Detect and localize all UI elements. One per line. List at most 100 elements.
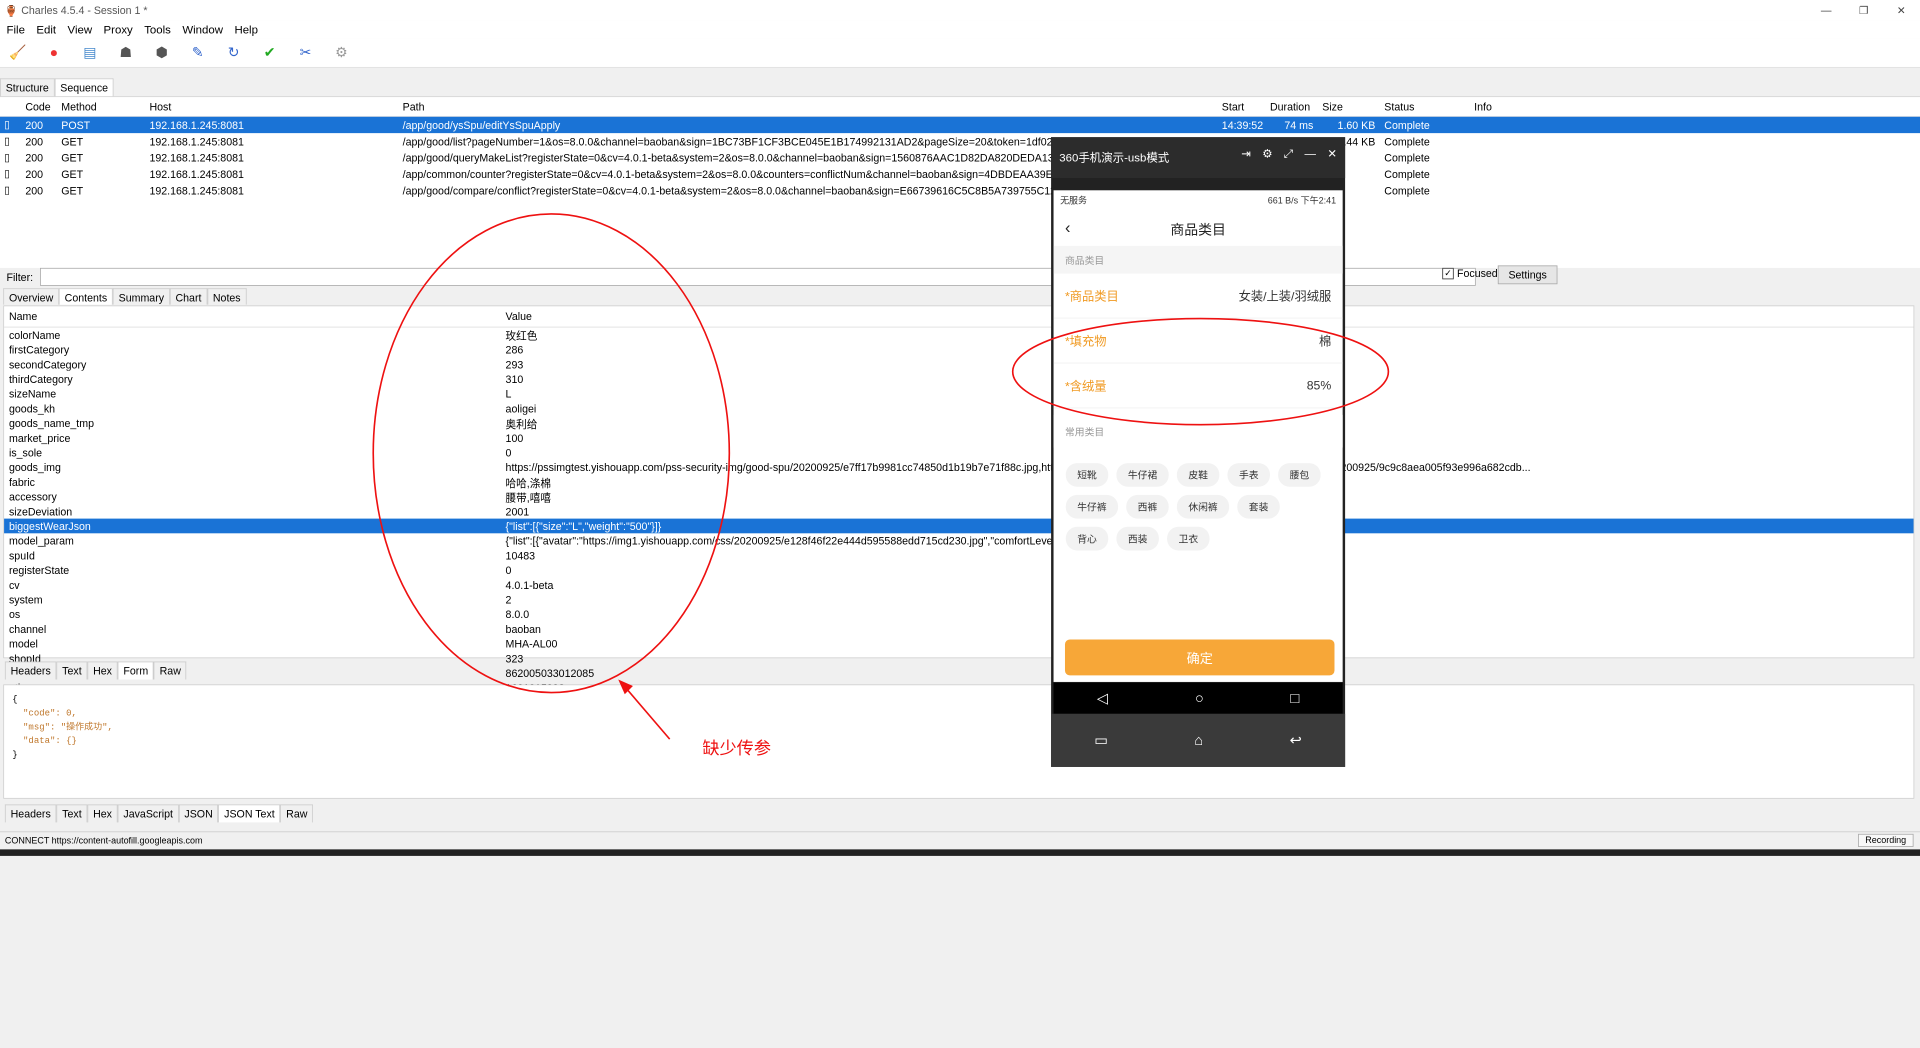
resp-tab-headers[interactable]: Headers (4, 804, 57, 823)
param-row[interactable]: market_price 100 (4, 430, 1913, 445)
restore-icon[interactable]: ❐ (1845, 0, 1883, 20)
tab-structure[interactable]: Structure (0, 78, 55, 97)
breakpoint-icon[interactable]: ⬢ (150, 41, 173, 64)
param-row[interactable]: goods_img https://pssimgtest.yishouapp.co… (4, 460, 1913, 475)
param-row[interactable]: accessory 腰带,嘻嘻 (4, 489, 1913, 504)
param-row[interactable]: shopId 323 (4, 651, 1913, 666)
sequence-row[interactable]: ▯ 200 GET 192.168.1.245:8081/app/good/list?… (0, 133, 1920, 149)
menu-tools[interactable]: Tools (144, 23, 171, 36)
validate-icon[interactable]: ✔ (258, 41, 281, 64)
menu-view[interactable]: View (68, 23, 93, 36)
col-start[interactable]: Start (1218, 100, 1266, 112)
sequence-row[interactable]: ▯ 200 GET 192.168.1.245:8081/app/common/cou… (0, 166, 1920, 182)
category-chip[interactable]: 牛仔裤 (1065, 494, 1119, 519)
checkbox-icon[interactable]: ✓ (1442, 267, 1454, 279)
category-chip[interactable]: 套装 (1237, 494, 1280, 519)
param-row[interactable]: firstCategory 286 (4, 342, 1913, 357)
param-row[interactable]: colorName 玫红色 (4, 327, 1913, 342)
param-row[interactable]: cv 4.0.1-beta (4, 577, 1913, 592)
req-tab-text[interactable]: Text (56, 661, 88, 680)
col-size[interactable]: Size (1318, 100, 1380, 112)
category-chip[interactable]: 西装 (1116, 526, 1159, 551)
category-chip[interactable]: 皮鞋 (1176, 463, 1220, 487)
param-row[interactable]: fabric 哈哈,涤棉 (4, 475, 1913, 490)
tab-chart[interactable]: Chart (169, 288, 208, 305)
broom-icon[interactable]: 🧹 (7, 41, 30, 64)
param-row[interactable]: model_param {"list":[{"avatar":"https://i… (4, 533, 1913, 548)
param-row[interactable]: biggestWearJson {"list":[{"size":"L","wei… (4, 518, 1914, 534)
compose-icon[interactable]: ✎ (186, 41, 209, 64)
param-row[interactable]: sizeDeviation 2001 (4, 504, 1913, 519)
tools-icon[interactable]: ✂ (294, 41, 317, 64)
repeat-icon[interactable]: ↻ (222, 41, 245, 64)
param-row[interactable]: os 8.0.0 (4, 607, 1913, 622)
category-chip[interactable]: 休闲裤 (1176, 494, 1230, 519)
minimize-icon[interactable]: — (1807, 0, 1845, 20)
menu-proxy[interactable]: Proxy (104, 23, 133, 36)
category-chip[interactable]: 卫衣 (1167, 526, 1210, 551)
col-path[interactable]: Path (399, 100, 1218, 112)
nav-home-icon[interactable]: ○ (1195, 690, 1204, 707)
throttle-icon[interactable]: ▤ (78, 41, 101, 64)
col-code[interactable]: Code (21, 100, 57, 112)
req-tab-form[interactable]: Form (117, 661, 154, 680)
param-row[interactable]: secondCategory 293 (4, 357, 1913, 372)
tab-contents[interactable]: Contents (58, 288, 113, 305)
category-chip[interactable]: 短靴 (1065, 463, 1109, 487)
recents-icon[interactable]: ▭ (1094, 732, 1108, 749)
col-host[interactable]: Host (145, 100, 398, 112)
param-row[interactable]: spuId 10483 (4, 548, 1913, 563)
req-tab-headers[interactable]: Headers (4, 661, 57, 680)
resp-tab-raw[interactable]: Raw (280, 804, 314, 823)
recording-button[interactable]: Recording (1857, 833, 1914, 847)
nav-recents-icon[interactable]: □ (1290, 690, 1299, 707)
resp-tab-json-text[interactable]: JSON Text (218, 804, 281, 823)
category-chip[interactable]: 手表 (1227, 463, 1271, 487)
menu-window[interactable]: Window (182, 23, 223, 36)
settings-button[interactable]: Settings (1497, 265, 1558, 285)
settings-icon[interactable]: ⚙ (330, 41, 353, 64)
param-row[interactable]: model MHA-AL00 (4, 636, 1913, 651)
param-row[interactable]: device862005033012085 (4, 666, 1913, 681)
menu-edit[interactable]: Edit (36, 23, 56, 36)
resp-tab-hex[interactable]: Hex (87, 804, 118, 823)
sequence-row[interactable]: ▯ 200 POST 192.168.1.245:8081/app/good/ysSp… (0, 116, 1920, 134)
focused-checkbox[interactable]: ✓ Focused (1442, 267, 1498, 279)
param-row[interactable]: registerState 0 (4, 563, 1913, 578)
param-row[interactable]: goods_name_tmp 奥利给 (4, 416, 1913, 431)
req-tab-raw[interactable]: Raw (153, 661, 187, 680)
menu-file[interactable]: File (7, 23, 25, 36)
return-icon[interactable]: ↩ (1290, 732, 1302, 749)
turtle-icon[interactable]: ☗ (114, 41, 137, 64)
tab-summary[interactable]: Summary (112, 288, 170, 305)
col-status[interactable]: Status (1380, 100, 1470, 112)
resp-tab-text[interactable]: Text (56, 804, 88, 823)
resp-tab-json[interactable]: JSON (178, 804, 219, 823)
category-chip[interactable]: 西裤 (1126, 494, 1169, 519)
param-row[interactable]: thirdCategory 310 (4, 372, 1913, 387)
back-arrow-icon[interactable]: ‹ (1065, 218, 1070, 237)
param-row[interactable]: channel baoban (4, 622, 1913, 637)
nav-back-icon[interactable]: ◁ (1097, 690, 1108, 707)
home-icon[interactable]: ⌂ (1194, 732, 1203, 749)
close-icon[interactable]: ✕ (1882, 0, 1920, 20)
confirm-button[interactable]: 确定 (1064, 639, 1335, 676)
tab-overview[interactable]: Overview (3, 288, 59, 305)
pin-icon[interactable]: ⇥ (1241, 147, 1251, 161)
param-row[interactable]: system 2 (4, 592, 1913, 607)
param-row[interactable]: is_sole 0 (4, 445, 1913, 460)
close-icon[interactable]: ✕ (1327, 147, 1337, 161)
category-chip[interactable]: 牛仔裙 (1116, 463, 1169, 487)
gear-icon[interactable]: ⚙ (1262, 147, 1272, 161)
param-row[interactable]: goods_kh aoligei (4, 401, 1913, 416)
category-chip[interactable]: 背心 (1065, 526, 1109, 551)
record-icon[interactable]: ● (42, 41, 65, 64)
minimize-icon[interactable]: — (1304, 147, 1315, 161)
resp-tab-javascript[interactable]: JavaScript (117, 804, 179, 823)
sequence-row[interactable]: ▯ 200 GET 192.168.1.245:8081/app/good/query… (0, 149, 1920, 165)
tab-sequence[interactable]: Sequence (54, 78, 114, 97)
param-row[interactable]: sizeName L (4, 386, 1913, 401)
category-field[interactable]: *商品类目 女装/上装/羽绒服 (1053, 274, 1343, 319)
fullscreen-icon[interactable]: ⤢ (1284, 147, 1293, 161)
sequence-row[interactable]: ▯ 200 GET 192.168.1.245:8081/app/good/compa… (0, 182, 1920, 198)
